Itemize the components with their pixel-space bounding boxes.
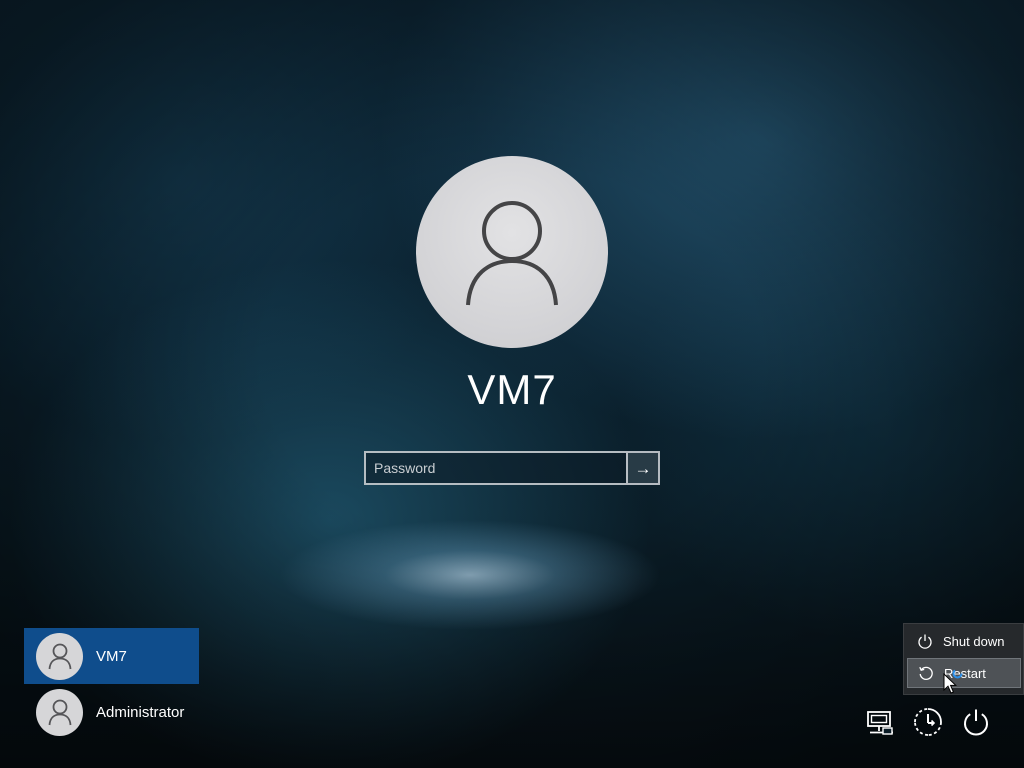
avatar bbox=[36, 688, 83, 736]
user-avatar bbox=[416, 156, 608, 348]
power-button[interactable] bbox=[959, 705, 993, 739]
user-name: VM7 bbox=[467, 366, 557, 413]
power-icon bbox=[918, 634, 932, 649]
user-item-label: VM7 bbox=[96, 647, 127, 665]
user-avatar-icon bbox=[48, 699, 71, 725]
restart-menu-item[interactable]: Restart bbox=[907, 658, 1021, 688]
user-item-administrator[interactable]: Administrator bbox=[24, 684, 199, 740]
arrow-right-icon: → bbox=[634, 458, 652, 478]
network-icon bbox=[867, 711, 893, 735]
restart-icon bbox=[919, 666, 933, 680]
power-menu: Shut down Restart bbox=[903, 623, 1024, 695]
shut-down-label: Shut down bbox=[943, 633, 1005, 649]
password-input[interactable] bbox=[366, 453, 626, 483]
avatar bbox=[36, 632, 83, 680]
user-item-label: Administrator bbox=[96, 703, 185, 721]
power-icon bbox=[964, 709, 988, 736]
password-box: → bbox=[364, 451, 660, 485]
ease-of-access-button[interactable] bbox=[911, 705, 945, 739]
user-avatar-icon bbox=[48, 643, 71, 669]
user-avatar-icon bbox=[466, 201, 558, 306]
network-button[interactable] bbox=[863, 705, 897, 739]
shut-down-menu-item[interactable]: Shut down bbox=[907, 626, 1021, 656]
ease-of-access-icon bbox=[914, 708, 942, 736]
user-item-vm7[interactable]: VM7 bbox=[24, 628, 199, 684]
mouse-cursor-icon bbox=[943, 673, 957, 694]
submit-button[interactable]: → bbox=[626, 453, 658, 483]
user-list: VM7 Administrator bbox=[24, 628, 199, 740]
lock-screen: VM7 → VM7 Administrator Shut down Restar… bbox=[0, 0, 1024, 768]
